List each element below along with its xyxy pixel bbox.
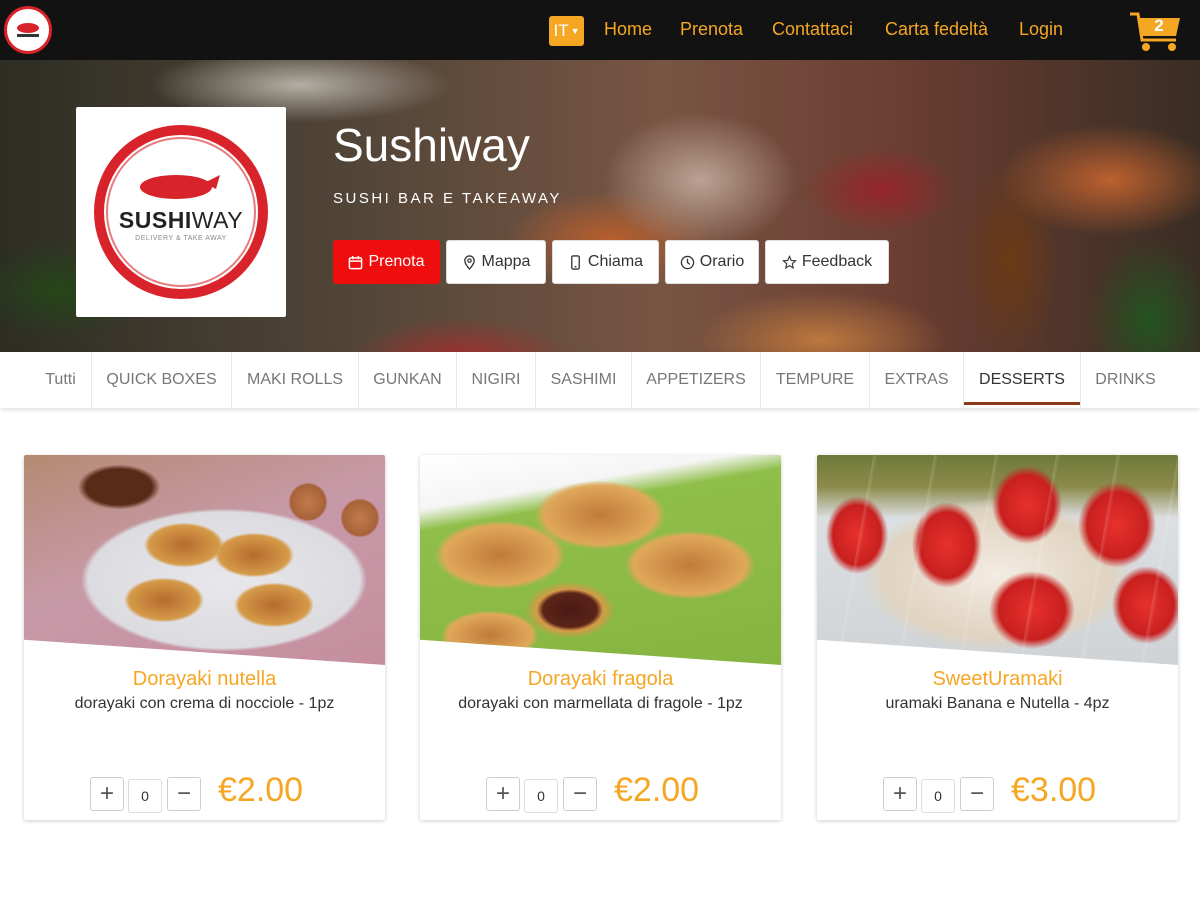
product-card: Dorayaki fragola dorayaki con marmellata… bbox=[420, 455, 781, 820]
product-price: €3.00 bbox=[1011, 771, 1097, 809]
feedback-button[interactable]: Feedback bbox=[765, 240, 889, 284]
quantity-decrease-button[interactable]: − bbox=[960, 777, 994, 811]
product-price: €2.00 bbox=[218, 771, 304, 809]
quantity-increase-button[interactable]: + bbox=[883, 777, 917, 811]
tab-sashimi[interactable]: SASHIMI bbox=[536, 352, 632, 408]
phone-icon bbox=[571, 254, 580, 270]
language-label: IT bbox=[553, 21, 569, 40]
logo-brand-light: WAY bbox=[191, 207, 244, 233]
nav-contattaci[interactable]: Contattaci bbox=[772, 19, 853, 40]
product-card: SweetUramaki uramaki Banana e Nutella - … bbox=[817, 455, 1178, 820]
product-name[interactable]: SweetUramaki bbox=[817, 668, 1178, 691]
mappa-button-label: Mappa bbox=[481, 253, 531, 270]
star-icon bbox=[781, 254, 797, 269]
product-image[interactable] bbox=[24, 455, 385, 665]
tab-nigiri[interactable]: NIGIRI bbox=[457, 352, 536, 408]
minus-icon: − bbox=[572, 780, 587, 807]
product-name[interactable]: Dorayaki fragola bbox=[420, 668, 781, 691]
quantity-input[interactable] bbox=[128, 779, 162, 813]
cart-count-badge: 2 bbox=[1154, 16, 1164, 35]
top-navbar: IT ▼ Home Prenota Contattaci Carta fedel… bbox=[0, 0, 1200, 60]
calendar-icon bbox=[349, 255, 363, 269]
tab-maki-rolls[interactable]: MAKI ROLLS bbox=[232, 352, 359, 408]
product-description: dorayaki con crema di nocciole - 1pz bbox=[74, 695, 335, 712]
quantity-increase-button[interactable]: + bbox=[90, 777, 124, 811]
plus-icon: + bbox=[495, 780, 510, 807]
restaurant-name: Sushiway bbox=[333, 119, 530, 171]
plus-icon: + bbox=[99, 780, 114, 807]
product-name[interactable]: Dorayaki nutella bbox=[24, 668, 385, 691]
logo-brand-bold: SUSHI bbox=[118, 207, 192, 233]
plus-icon: + bbox=[892, 780, 907, 807]
prenota-button[interactable]: Prenota bbox=[333, 240, 440, 284]
nav-login[interactable]: Login bbox=[1019, 19, 1063, 40]
nav-carta-fedelta[interactable]: Carta fedeltà bbox=[885, 19, 988, 40]
prenota-button-label: Prenota bbox=[368, 253, 425, 270]
clock-icon bbox=[680, 255, 695, 269]
minus-icon: − bbox=[969, 780, 984, 807]
restaurant-logo: SUSHIWAY DELIVERY & TAKE AWAY bbox=[76, 107, 286, 317]
product-card: Dorayaki nutella dorayaki con crema di n… bbox=[24, 455, 385, 820]
product-description: uramaki Banana e Nutella - 4pz bbox=[885, 695, 1110, 712]
mappa-button[interactable]: Mappa bbox=[446, 240, 546, 284]
minus-icon: − bbox=[176, 780, 191, 807]
sushiway-logo-small[interactable] bbox=[4, 6, 52, 54]
chiama-button-label: Chiama bbox=[587, 253, 644, 270]
product-image[interactable] bbox=[420, 455, 781, 665]
restaurant-subtitle: SUSHI BAR E TAKEAWAY bbox=[333, 190, 562, 207]
quantity-input[interactable] bbox=[524, 779, 558, 813]
sushiway-logo-icon bbox=[17, 23, 39, 37]
tab-tutti[interactable]: Tutti bbox=[30, 352, 92, 408]
tab-appetizers[interactable]: APPETIZERS bbox=[632, 352, 761, 408]
tab-quick-boxes[interactable]: QUICK BOXES bbox=[92, 352, 232, 408]
language-dropdown[interactable]: IT ▼ bbox=[549, 16, 584, 46]
cart-button[interactable]: 2 bbox=[1128, 10, 1184, 54]
quantity-decrease-button[interactable]: − bbox=[167, 777, 201, 811]
product-price: €2.00 bbox=[614, 771, 700, 809]
logo-brand-text: SUSHIWAY bbox=[76, 207, 286, 234]
tab-desserts[interactable]: DESSERTS bbox=[964, 352, 1081, 408]
tab-extras[interactable]: EXTRAS bbox=[870, 352, 964, 408]
nav-home[interactable]: Home bbox=[604, 19, 652, 40]
chevron-down-icon: ▼ bbox=[570, 26, 580, 36]
quantity-increase-button[interactable]: + bbox=[486, 777, 520, 811]
map-pin-icon bbox=[463, 254, 475, 270]
nav-prenota[interactable]: Prenota bbox=[680, 19, 743, 40]
product-image[interactable] bbox=[817, 455, 1178, 665]
orario-button[interactable]: Orario bbox=[665, 240, 759, 284]
logo-tagline: DELIVERY & TAKE AWAY bbox=[135, 235, 227, 242]
category-tabs: Tutti QUICK BOXES MAKI ROLLS GUNKAN NIGI… bbox=[0, 352, 1200, 408]
quantity-input[interactable] bbox=[921, 779, 955, 813]
tab-gunkan[interactable]: GUNKAN bbox=[359, 352, 457, 408]
product-description: dorayaki con marmellata di fragole - 1pz bbox=[458, 695, 743, 712]
tab-tempure[interactable]: TEMPURE bbox=[761, 352, 870, 408]
feedback-button-label: Feedback bbox=[801, 253, 873, 270]
tab-drinks[interactable]: DRINKS bbox=[1081, 352, 1170, 408]
chiama-button[interactable]: Chiama bbox=[552, 240, 659, 284]
orario-button-label: Orario bbox=[699, 253, 745, 270]
quantity-decrease-button[interactable]: − bbox=[563, 777, 597, 811]
